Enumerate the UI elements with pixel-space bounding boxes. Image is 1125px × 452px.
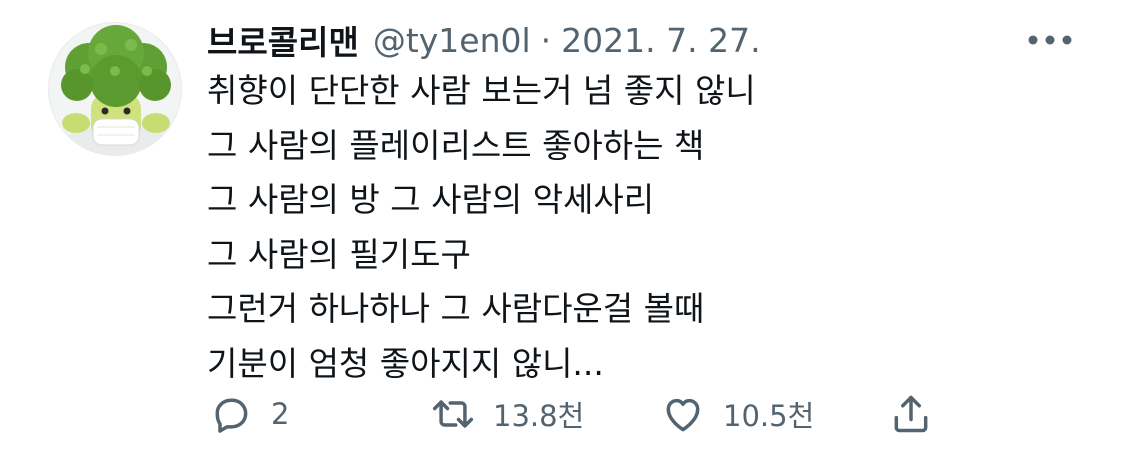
reply-icon [205,388,257,440]
more-icon [1028,35,1072,45]
tweet-line: 취향이 단단한 사람 보는거 넘 좋지 않니 [207,71,756,110]
like-button[interactable]: 10.5천 [657,385,814,443]
share-icon [885,388,937,440]
separator-dot: · [540,20,552,60]
share-button[interactable] [885,385,937,443]
action-bar: 2 13.8천 10.5천 [205,385,965,443]
tweet-date[interactable]: 2021. 7. 27. [561,21,760,60]
retweet-button[interactable]: 13.8천 [427,385,584,443]
tweet-line: 기분이 엄청 좋아지지 않니... [207,343,604,383]
broccoli-mascot-image [49,23,181,155]
retweet-icon [427,388,479,440]
avatar[interactable] [48,22,182,156]
tweet-line: 그 사람의 필기도구 [207,234,471,274]
like-count: 10.5천 [723,399,815,433]
user-handle[interactable]: @ty1en0l [373,21,531,60]
reply-count: 2 [271,397,290,431]
tweet-line: 그런거 하나하나 그 사람다운걸 볼때 [207,289,705,328]
tweet-header: 브로콜리맨 @ty1en0l · 2021. 7. 27. [207,14,761,66]
retweet-count: 13.8천 [493,399,585,433]
more-options-button[interactable] [1026,26,1074,54]
tweet-line: 그 사람의 방 그 사람의 악세사리 [207,180,655,219]
heart-icon [657,388,709,440]
tweet-text: 취향이 단단한 사람 보는거 넘 좋지 않니 그 사람의 플레이리스트 좋아하는… [207,64,1087,391]
display-name[interactable]: 브로콜리맨 [207,16,359,64]
tweet-line: 그 사람의 플레이리스트 좋아하는 책 [207,125,705,165]
reply-button[interactable]: 2 [205,385,289,443]
